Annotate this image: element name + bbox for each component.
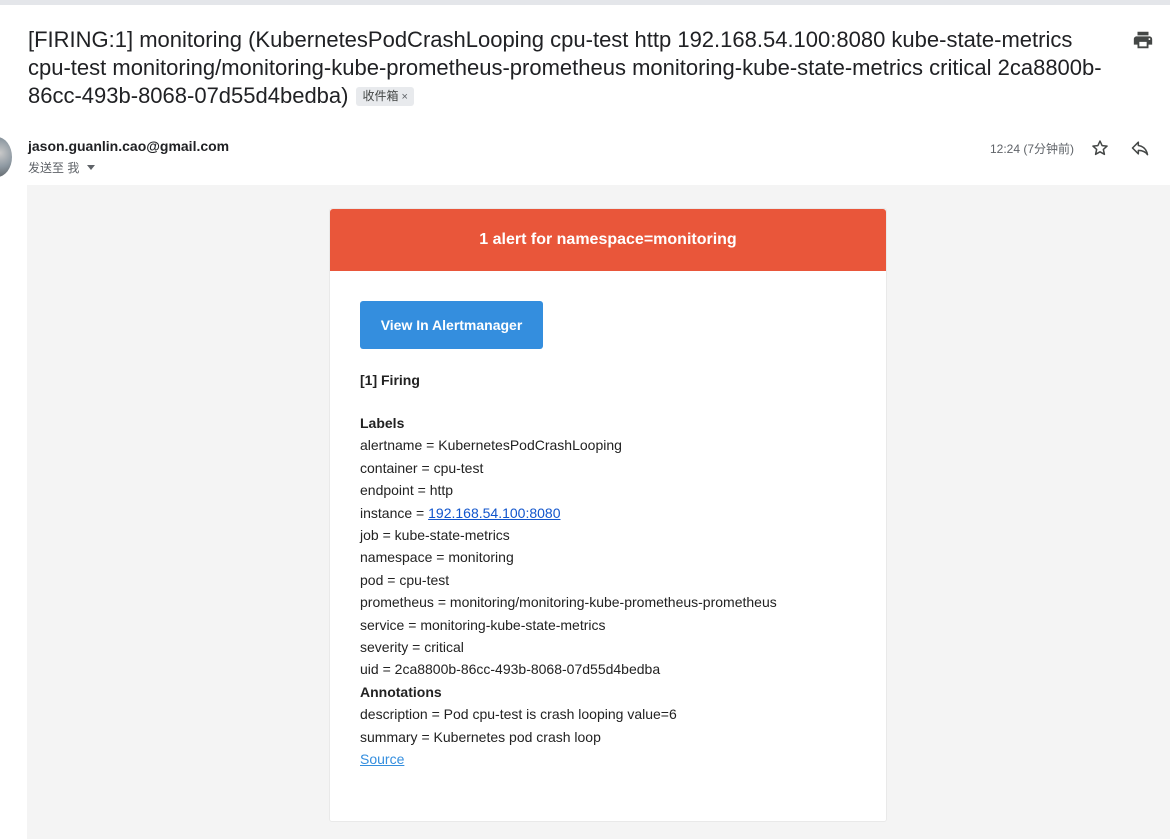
sender-email[interactable]: jason.guanlin.cao@gmail.com xyxy=(28,138,229,154)
recipient-text: 发送至 我 xyxy=(28,161,80,175)
view-in-alertmanager-button[interactable]: View In Alertmanager xyxy=(360,301,543,349)
label-endpoint: endpoint = http xyxy=(360,482,454,499)
annotation-description: description = Pod cpu-test is crash loop… xyxy=(360,706,677,723)
inbox-label-chip[interactable]: 收件箱 × xyxy=(356,87,414,106)
label-pod: pod = cpu-test xyxy=(360,571,450,588)
label-uid: uid = 2ca8800b-86cc-493b-8068-07d55d4bed… xyxy=(360,661,661,678)
annotations-heading: Annotations xyxy=(360,683,442,700)
alert-details: [1] Firing Labels alertname = Kubernetes… xyxy=(360,369,860,770)
print-icon[interactable] xyxy=(1132,29,1154,51)
label-severity: severity = critical xyxy=(360,638,464,655)
subject-title: [FIRING:1] monitoring (KubernetesPodCras… xyxy=(28,27,1102,108)
inbox-label-text: 收件箱 xyxy=(362,89,399,103)
label-alertname: alertname = KubernetesPodCrashLooping xyxy=(360,437,622,454)
remove-label-icon[interactable]: × xyxy=(402,91,408,103)
reply-icon[interactable] xyxy=(1130,138,1150,158)
instance-link[interactable]: 192.168.54.100:8080 xyxy=(428,505,560,521)
email-body: 1 alert for namespace=monitoring View In… xyxy=(27,185,1170,839)
star-icon[interactable] xyxy=(1090,138,1110,158)
annotation-summary: summary = Kubernetes pod crash loop xyxy=(360,728,601,745)
caret-down-icon xyxy=(87,165,96,170)
alert-card: 1 alert for namespace=monitoring View In… xyxy=(329,208,887,822)
email-subject: [FIRING:1] monitoring (KubernetesPodCras… xyxy=(28,26,1103,110)
message-timestamp: 12:24 (7分钟前) xyxy=(990,142,1075,156)
label-namespace: namespace = monitoring xyxy=(360,549,514,566)
top-border xyxy=(0,0,1170,5)
labels-heading: Labels xyxy=(360,414,405,431)
recipient-dropdown[interactable]: 发送至 我 xyxy=(28,159,96,176)
firing-status: [1] Firing xyxy=(360,372,420,388)
label-instance: instance = 192.168.54.100:8080 xyxy=(360,504,561,521)
alert-banner: 1 alert for namespace=monitoring xyxy=(330,209,886,271)
label-container: container = cpu-test xyxy=(360,459,484,476)
alert-banner-text: 1 alert for namespace=monitoring xyxy=(479,231,737,248)
source-link[interactable]: Source xyxy=(360,751,404,767)
label-service: service = monitoring-kube-state-metrics xyxy=(360,616,606,633)
label-prometheus: prometheus = monitoring/monitoring-kube-… xyxy=(360,594,777,611)
sender-avatar[interactable] xyxy=(0,137,12,177)
label-job: job = kube-state-metrics xyxy=(360,526,510,543)
